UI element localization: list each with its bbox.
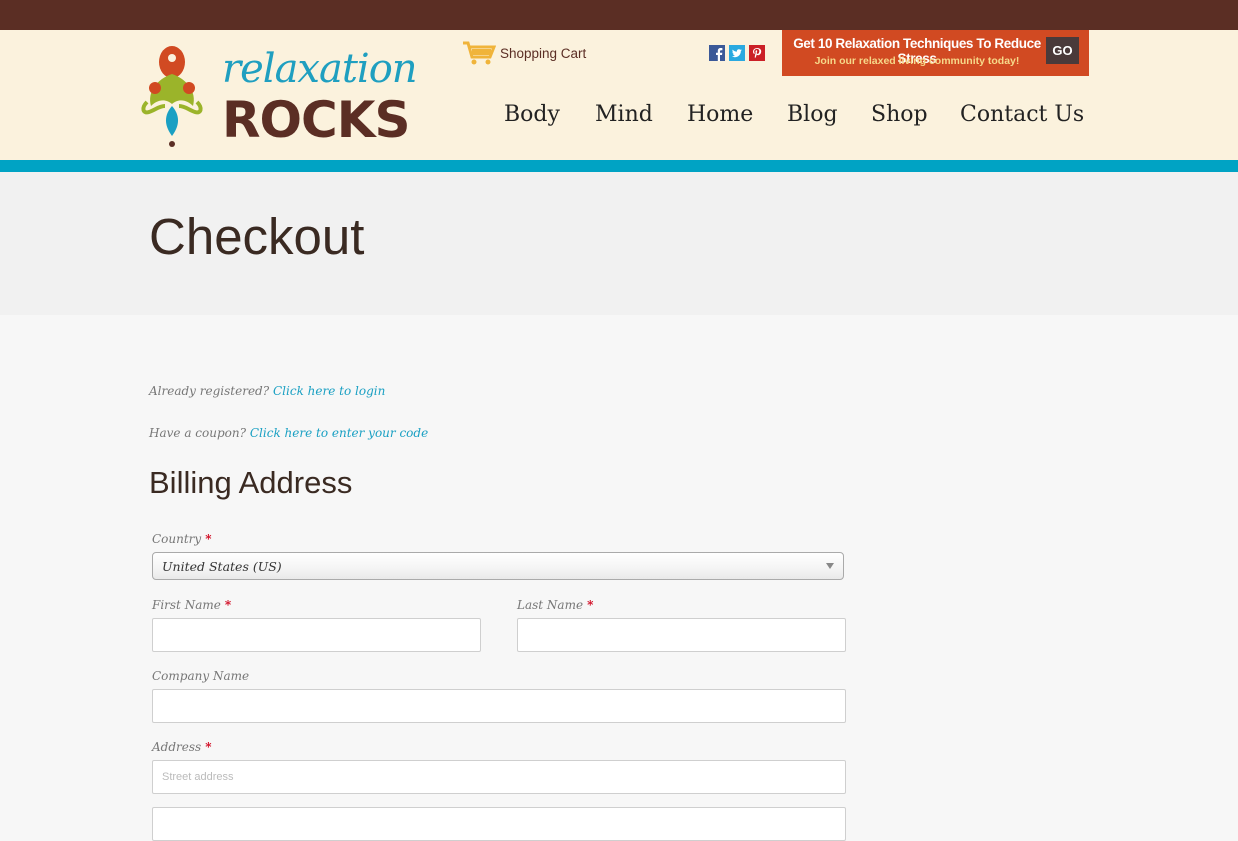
required-mark: * (205, 532, 212, 546)
nav-item-contact-us[interactable]: Contact Us (960, 102, 1084, 127)
required-mark: * (587, 598, 594, 612)
cart-icon (463, 41, 496, 65)
required-mark: * (205, 740, 212, 754)
nav-item-mind[interactable]: Mind (595, 102, 653, 127)
nav-item-blog[interactable]: Blog (787, 102, 838, 127)
first-name-field[interactable] (152, 618, 481, 652)
cart-label: Shopping Cart (500, 45, 587, 61)
top-bar (0, 0, 1238, 30)
address-line-2-field[interactable] (152, 807, 846, 841)
nav-item-shop[interactable]: Shop (871, 102, 928, 127)
header-stripe (0, 160, 1238, 172)
pinterest-icon[interactable] (749, 45, 765, 61)
coupon-notice: Have a coupon? Click here to enter your … (149, 426, 428, 440)
chevron-down-icon (826, 563, 834, 569)
country-select-value: United States (US) (162, 559, 282, 574)
logo-icon[interactable] (137, 44, 217, 152)
country-select[interactable]: United States (US) (152, 552, 844, 580)
required-mark: * (224, 598, 232, 612)
street-address-field[interactable] (152, 760, 846, 794)
country-label-text: Country (152, 532, 202, 546)
last-name-label-text: Last Name (517, 598, 584, 612)
coupon-notice-text: Have a coupon? (149, 426, 247, 440)
address-label-text: Address (152, 740, 202, 754)
promo-go-button[interactable]: GO (1046, 37, 1079, 64)
promo-subtitle: Join our relaxed living community today! (814, 55, 1020, 67)
newsletter-promo-banner[interactable]: Get 10 Relaxation Techniques To Reduce S… (782, 30, 1089, 76)
coupon-link[interactable]: Click here to enter your code (250, 426, 428, 440)
login-link[interactable]: Click here to login (273, 384, 385, 398)
nav-item-home[interactable]: Home (687, 102, 753, 127)
login-notice-text: Already registered? (149, 384, 270, 398)
last-name-label: Last Name * (517, 598, 593, 612)
page-title: Checkout (149, 208, 365, 265)
last-name-field[interactable] (517, 618, 846, 652)
first-name-label: First Name * (152, 598, 231, 612)
facebook-icon[interactable] (709, 45, 725, 61)
twitter-icon[interactable] (729, 45, 745, 61)
logo-wordmark-script[interactable]: relaxation (222, 46, 418, 92)
company-name-field[interactable] (152, 689, 846, 723)
logo-wordmark-rocks[interactable]: ROCKS (222, 92, 410, 148)
company-name-label-text: Company Name (152, 669, 250, 683)
country-label: Country * (152, 532, 211, 546)
shopping-cart-link[interactable]: Shopping Cart (462, 40, 586, 66)
login-notice: Already registered? Click here to login (149, 384, 385, 398)
company-name-label: Company Name (152, 669, 249, 683)
nav-item-body[interactable]: Body (504, 102, 560, 127)
address-label: Address * (152, 740, 211, 754)
billing-address-heading: Billing Address (149, 465, 353, 500)
first-name-label-text: First Name (152, 598, 221, 612)
